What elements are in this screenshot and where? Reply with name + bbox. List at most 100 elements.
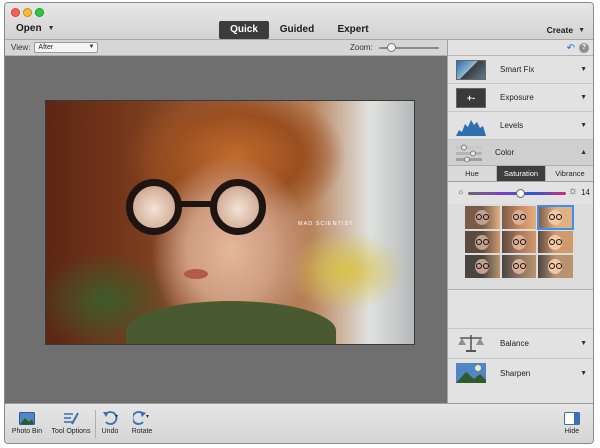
saturation-control: ☼ ☼ 14 [448,182,593,204]
chevron-up-icon: ▲ [580,149,587,156]
tab-expert[interactable]: Expert [325,21,381,39]
undo-button[interactable]: ▾ Undo [98,408,122,435]
create-button[interactable]: Create ▼ [547,25,585,35]
preset-glasses-lens [512,263,519,270]
chevron-down-icon: ▼ [578,26,585,34]
saturation-value: 14 [581,188,590,197]
open-label: Open [16,23,42,34]
saturation-slider[interactable] [468,189,566,198]
undo-label: Undo [101,428,119,435]
hide-label: Hide [564,428,580,435]
hide-panel-button[interactable]: Hide [561,408,583,435]
tab-guided[interactable]: Guided [269,21,325,39]
chevron-down-icon: ▼ [580,370,587,377]
adjustments-panel: ↶ ? Smart Fix ▼ +- Exposure ▼ Levels ▼ C… [447,40,593,403]
photo-bin-icon [11,408,43,428]
create-label: Create [546,25,574,35]
tab-quick[interactable]: Quick [219,21,269,39]
zoom-slider[interactable] [379,43,439,52]
reset-icon[interactable]: ↶ [567,43,575,54]
chevron-down-icon: ▼ [580,66,587,73]
sun-small-icon: ☼ [457,187,465,196]
saturation-preset-thumbnail[interactable] [465,255,500,278]
saturation-preset-thumbnail[interactable] [501,206,537,229]
saturation-preset-thumbnail[interactable] [465,206,500,229]
photo-bin-label: Photo Bin [11,428,43,435]
color-tabs: Hue Saturation Vibrance [448,166,593,182]
preset-glasses-lens [483,238,489,245]
chevron-down-icon: ▼ [580,94,587,101]
adjustment-levels[interactable]: Levels ▼ [448,112,593,140]
adjustment-label: Balance [500,339,529,348]
options-bar: View: After ▼ Zoom: [5,40,447,56]
rotate-label: Rotate [131,428,153,435]
sun-large-icon: ☼ [568,185,579,197]
svg-text:▾: ▾ [146,414,149,420]
bottom-bar: Photo Bin Tool Options ▾ Undo ▾ Rotate H… [5,403,593,443]
zoom-window-button[interactable] [35,8,44,17]
panel-header: ↶ ? [448,40,593,56]
saturation-preset-thumbnail[interactable] [538,230,573,254]
rotate-button[interactable]: ▾ Rotate [128,408,156,435]
tool-options-button[interactable]: Tool Options [49,408,93,435]
view-select[interactable]: After ▼ [34,42,99,53]
adjustment-sharpen[interactable]: Sharpen ▼ [448,358,593,388]
photo-mouth [184,269,208,279]
color-icon [456,144,482,162]
saturation-preset-thumbnail[interactable] [465,230,500,254]
photo-shirt [126,301,336,344]
saturation-slider-thumb[interactable] [515,189,525,198]
adjustment-label: Sharpen [500,369,531,378]
title-bar: Open ▼ Quick Guided Expert Create ▼ [5,3,593,40]
svg-text:▾: ▾ [115,414,118,420]
chevron-down-icon: ▼ [47,25,55,32]
adjustment-label: Exposure [500,93,534,102]
color-section-label: Color [495,148,515,157]
minimize-window-button[interactable] [23,8,32,17]
saturation-preset-thumbnail[interactable] [538,255,573,278]
view-label: View: [11,43,31,52]
adjustment-smart-fix[interactable]: Smart Fix ▼ [448,56,593,84]
undo-icon: ▾ [98,408,122,428]
photo-bin-button[interactable]: Photo Bin [11,408,43,435]
chevron-down-icon: ▼ [580,122,587,129]
preset-grid [465,205,574,278]
saturation-preset-thumbnail[interactable] [537,205,574,230]
preset-glasses-lens [476,238,482,245]
close-window-button[interactable] [11,8,20,17]
saturation-preset-thumbnail[interactable] [501,255,537,278]
photo-glasses-lens-right [210,179,266,235]
chevron-down-icon: ▼ [88,44,95,50]
preset-glasses-lens [556,238,563,245]
exposure-icon: +- [456,88,486,108]
adjustment-exposure[interactable]: +- Exposure ▼ [448,84,593,112]
levels-icon [456,120,486,136]
adjustment-balance[interactable]: Balance ▼ [448,328,593,358]
tool-options-icon [49,408,93,428]
tab-hue[interactable]: Hue [448,166,497,181]
adjustment-label: Smart Fix [500,65,535,74]
panel-toggle-icon [561,408,583,428]
open-button[interactable]: Open ▼ [16,23,55,34]
zoom-slider-thumb[interactable] [387,43,396,52]
panel-spacer [448,290,593,328]
tab-saturation[interactable]: Saturation [497,166,546,181]
saturation-preset-thumbnail[interactable] [501,230,537,254]
adjustment-label: Levels [500,121,524,130]
tool-options-label: Tool Options [51,428,91,435]
photo[interactable]: MAD SCIENTIST [45,100,415,345]
help-icon[interactable]: ? [579,43,589,53]
preset-glasses-lens [476,214,482,220]
sharpen-icon [456,363,486,383]
bottom-separator [95,410,96,438]
zoom-label: Zoom: [350,43,373,52]
app-window: Open ▼ Quick Guided Expert Create ▼ View… [4,2,594,444]
mode-tabs: Quick Guided Expert [219,21,381,39]
smart-fix-icon [456,60,486,80]
preset-glasses-lens [519,263,526,270]
color-section-header[interactable]: Color ▲ [448,140,593,166]
rotate-icon: ▾ [128,408,156,428]
preset-glasses-lens [483,214,489,220]
tab-vibrance[interactable]: Vibrance [546,166,593,181]
image-canvas[interactable]: MAD SCIENTIST [5,56,447,403]
